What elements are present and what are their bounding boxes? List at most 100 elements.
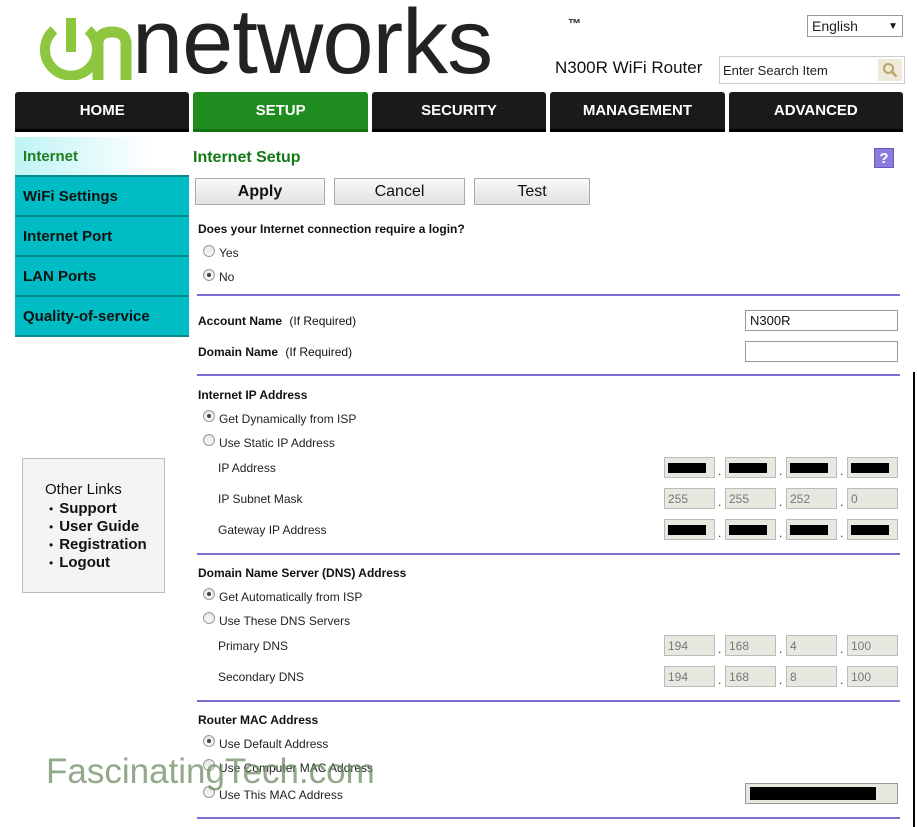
link-logout[interactable]: Logout bbox=[45, 554, 164, 572]
account-name-text: Account Name bbox=[198, 314, 283, 328]
link-registration[interactable]: Registration bbox=[45, 536, 164, 554]
domain-name-input[interactable] bbox=[745, 341, 898, 362]
ip-dot: . bbox=[718, 642, 722, 656]
section-divider bbox=[197, 553, 900, 555]
tab-security[interactable]: SECURITY bbox=[371, 92, 547, 132]
ip-address-label: IP Address bbox=[218, 461, 276, 475]
language-select[interactable]: English ▼ bbox=[807, 15, 903, 37]
subnet-label: IP Subnet Mask bbox=[218, 492, 303, 506]
gateway-label: Gateway IP Address bbox=[218, 523, 327, 537]
ip-dot: . bbox=[840, 526, 844, 540]
primary-dns-octet-2[interactable]: 168 bbox=[725, 635, 776, 656]
dns-auto-label: Get Automatically from ISP bbox=[219, 590, 363, 604]
gateway-octet-4[interactable] bbox=[847, 519, 898, 540]
scrollbar-edge bbox=[913, 372, 915, 827]
primary-dns-label: Primary DNS bbox=[218, 639, 289, 653]
account-name-hint: (If Required) bbox=[289, 314, 357, 328]
domain-name-label: Domain Name (If Required) bbox=[198, 345, 352, 359]
ip-dot: . bbox=[718, 464, 722, 478]
ip-dot: . bbox=[718, 673, 722, 687]
secondary-dns-octet-3[interactable]: 8 bbox=[786, 666, 837, 687]
ip-address-octet-2[interactable] bbox=[725, 457, 776, 478]
other-links-panel: Other Links Support User Guide Registrat… bbox=[22, 458, 165, 593]
magnifier-icon bbox=[883, 63, 898, 78]
ip-dot: . bbox=[718, 495, 722, 509]
gateway-octet-2[interactable] bbox=[725, 519, 776, 540]
sidebar-item-internet[interactable]: Internet bbox=[15, 137, 189, 177]
secondary-dns-octet-1[interactable]: 194 bbox=[664, 666, 715, 687]
subnet-octet-4[interactable]: 0 bbox=[847, 488, 898, 509]
ip-dot: . bbox=[779, 642, 783, 656]
search-input[interactable] bbox=[720, 62, 870, 78]
ip-address-octet-4[interactable] bbox=[847, 457, 898, 478]
tab-advanced[interactable]: ADVANCED bbox=[728, 92, 904, 132]
radio-ip-static[interactable] bbox=[203, 434, 215, 446]
subnet-octet-1[interactable]: 255 bbox=[664, 488, 715, 509]
test-button[interactable]: Test bbox=[474, 178, 590, 205]
primary-dns-octet-3[interactable]: 4 bbox=[786, 635, 837, 656]
help-icon[interactable]: ? bbox=[874, 148, 894, 168]
ip-static-label: Use Static IP Address bbox=[219, 436, 335, 450]
other-links-title: Other Links bbox=[45, 481, 122, 498]
router-model: N300R WiFi Router bbox=[555, 58, 703, 77]
link-support[interactable]: Support bbox=[45, 500, 164, 518]
sidebar-item-lan-ports[interactable]: LAN Ports bbox=[15, 257, 189, 297]
ip-dot: . bbox=[840, 464, 844, 478]
subnet-octet-2[interactable]: 255 bbox=[725, 488, 776, 509]
domain-name-hint: (If Required) bbox=[285, 345, 353, 359]
redacted-value bbox=[750, 787, 876, 800]
radio-mac-default[interactable] bbox=[203, 735, 215, 747]
search-button[interactable] bbox=[878, 59, 902, 81]
secondary-dns-label: Secondary DNS bbox=[218, 670, 305, 684]
mac-section-title: Router MAC Address bbox=[198, 713, 319, 727]
ip-dynamic-label: Get Dynamically from ISP bbox=[219, 412, 357, 426]
ip-address-octet-1[interactable] bbox=[664, 457, 715, 478]
radio-dns-manual[interactable] bbox=[203, 612, 215, 624]
main-nav: HOME SETUP SECURITY MANAGEMENT ADVANCED bbox=[15, 92, 904, 132]
sidebar-item-qos[interactable]: Quality-of-service bbox=[15, 297, 189, 337]
ip-section-title: Internet IP Address bbox=[198, 388, 308, 402]
trademark-symbol: ™ bbox=[568, 16, 581, 31]
gateway-octet-3[interactable] bbox=[786, 519, 837, 540]
ip-dot: . bbox=[718, 526, 722, 540]
primary-dns-octet-4[interactable]: 100 bbox=[847, 635, 898, 656]
ip-address-octet-3[interactable] bbox=[786, 457, 837, 478]
tab-home[interactable]: HOME bbox=[15, 92, 190, 132]
secondary-dns-octet-4[interactable]: 100 bbox=[847, 666, 898, 687]
mac-address-input[interactable] bbox=[745, 783, 898, 804]
ip-dot: . bbox=[840, 495, 844, 509]
login-question: Does your Internet connection require a … bbox=[198, 222, 465, 236]
radio-login-no[interactable] bbox=[203, 269, 215, 281]
radio-ip-dynamic[interactable] bbox=[203, 410, 215, 422]
account-name-input[interactable]: N300R bbox=[745, 310, 898, 331]
login-no-label: No bbox=[219, 270, 235, 284]
gateway-octet-1[interactable] bbox=[664, 519, 715, 540]
dns-section-title: Domain Name Server (DNS) Address bbox=[198, 566, 407, 580]
subnet-octet-3[interactable]: 252 bbox=[786, 488, 837, 509]
radio-mac-computer[interactable] bbox=[203, 759, 215, 771]
cancel-button[interactable]: Cancel bbox=[334, 178, 465, 205]
link-user-guide[interactable]: User Guide bbox=[45, 518, 164, 536]
sidebar-item-internet-port[interactable]: Internet Port bbox=[15, 217, 189, 257]
mac-this-label: Use This MAC Address bbox=[219, 788, 343, 802]
search-box bbox=[719, 56, 905, 84]
primary-dns-octet-1[interactable]: 194 bbox=[664, 635, 715, 656]
secondary-dns-octet-2[interactable]: 168 bbox=[725, 666, 776, 687]
sidebar-item-wifi-settings[interactable]: WiFi Settings bbox=[15, 177, 189, 217]
brand-name: networks bbox=[132, 0, 493, 93]
power-logo-icon bbox=[40, 18, 132, 80]
radio-dns-auto[interactable] bbox=[203, 588, 215, 600]
radio-mac-this[interactable] bbox=[203, 786, 215, 798]
page-title: Internet Setup bbox=[193, 149, 301, 166]
apply-button[interactable]: Apply bbox=[195, 178, 325, 205]
section-divider bbox=[197, 817, 900, 819]
section-divider bbox=[197, 294, 900, 296]
dns-manual-label: Use These DNS Servers bbox=[219, 614, 351, 628]
radio-login-yes[interactable] bbox=[203, 245, 215, 257]
language-value: English bbox=[812, 18, 858, 34]
ip-dot: . bbox=[779, 526, 783, 540]
tab-management[interactable]: MANAGEMENT bbox=[550, 92, 725, 132]
mac-default-label: Use Default Address bbox=[219, 737, 329, 751]
tab-setup[interactable]: SETUP bbox=[193, 92, 368, 132]
section-divider bbox=[197, 374, 900, 376]
